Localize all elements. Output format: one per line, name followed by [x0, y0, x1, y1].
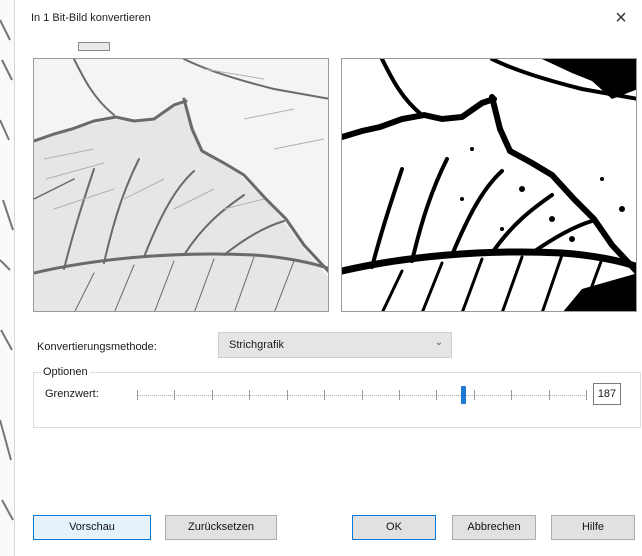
preview-button[interactable]: Vorschau	[33, 515, 151, 540]
threshold-slider[interactable]	[137, 385, 587, 405]
convert-dialog: In 1 Bit-Bild konvertieren × Konvertieru…	[14, 0, 642, 556]
slider-tick	[137, 390, 138, 400]
original-preview	[33, 58, 329, 312]
slider-tick	[249, 390, 250, 400]
slider-thumb[interactable]	[461, 386, 466, 404]
close-icon[interactable]: ×	[607, 4, 635, 32]
slider-tick	[511, 390, 512, 400]
help-button[interactable]: Hilfe	[551, 515, 635, 540]
conversion-method-value: Strichgrafik	[229, 339, 285, 351]
slider-tick	[436, 390, 437, 400]
background-sketch-strip	[0, 0, 14, 556]
slider-tick	[586, 390, 587, 400]
preview-toggle-handle[interactable]	[78, 42, 110, 51]
threshold-label: Grenzwert:	[45, 388, 99, 400]
cancel-button[interactable]: Abbrechen	[452, 515, 536, 540]
slider-tick	[174, 390, 175, 400]
slider-tick	[212, 390, 213, 400]
dialog-title: In 1 Bit-Bild konvertieren	[31, 12, 151, 24]
slider-tick	[399, 390, 400, 400]
slider-tick	[362, 390, 363, 400]
reset-button[interactable]: Zurücksetzen	[165, 515, 277, 540]
chevron-down-icon: ⌄	[434, 337, 443, 348]
threshold-value-field[interactable]: 187	[593, 383, 621, 405]
conversion-method-label: Konvertierungsmethode:	[37, 341, 157, 353]
converted-preview	[341, 58, 637, 312]
slider-tick	[287, 390, 288, 400]
ok-button[interactable]: OK	[352, 515, 436, 540]
slider-tick	[474, 390, 475, 400]
conversion-method-select[interactable]: Strichgrafik ⌄	[218, 332, 452, 358]
slider-tick	[324, 390, 325, 400]
slider-tick	[549, 390, 550, 400]
options-group-title: Optionen	[41, 366, 90, 378]
